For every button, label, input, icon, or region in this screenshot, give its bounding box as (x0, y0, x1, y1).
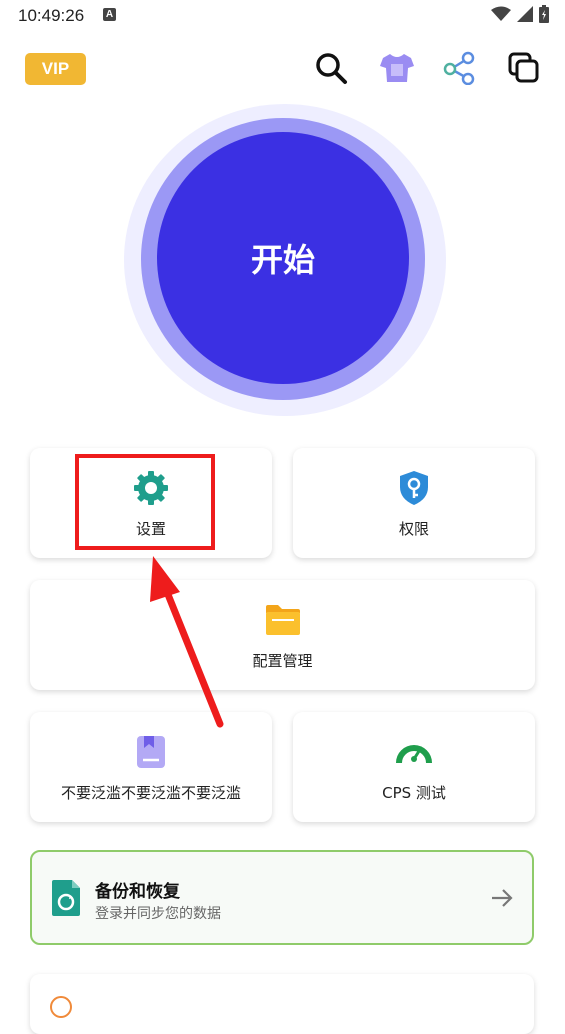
partial-card-icon (50, 996, 72, 1018)
backup-title: 备份和恢复 (95, 882, 180, 902)
bookmark-icon (131, 732, 171, 772)
sync-document-icon (50, 878, 82, 922)
shirt-icon[interactable] (378, 49, 416, 87)
cps-test-label: CPS 测试 (382, 783, 446, 802)
folder-icon (263, 600, 303, 640)
backup-subtitle: 登录并同步您的数据 (95, 906, 221, 922)
battery-icon (539, 5, 549, 23)
status-time: 10:49:26 (18, 6, 85, 25)
config-management-label: 配置管理 (252, 651, 313, 670)
flood-label: 不要泛滥不要泛滥不要泛滥 (60, 783, 241, 802)
search-icon[interactable] (312, 49, 350, 87)
share-icon[interactable] (440, 49, 478, 87)
config-management-card[interactable]: 配置管理 (30, 580, 535, 690)
speedometer-icon (394, 732, 434, 772)
highlight-box (75, 454, 215, 550)
vip-button[interactable]: VIP (25, 53, 86, 85)
arrow-right-icon[interactable] (490, 886, 514, 914)
copy-icon[interactable] (505, 49, 543, 87)
permissions-label: 权限 (398, 519, 429, 538)
shield-key-icon (394, 468, 434, 508)
start-button-label: 开始 (250, 241, 315, 279)
partial-card[interactable] (30, 974, 534, 1034)
signal-icon (517, 6, 533, 22)
notification-icon: A (103, 8, 116, 21)
permissions-card[interactable]: 权限 (293, 448, 535, 558)
start-button[interactable]: 开始 (157, 132, 409, 384)
wifi-icon (491, 6, 511, 21)
annotation-arrow-icon (150, 556, 224, 728)
status-icons (491, 5, 549, 23)
cps-test-card[interactable]: CPS 测试 (293, 712, 535, 822)
